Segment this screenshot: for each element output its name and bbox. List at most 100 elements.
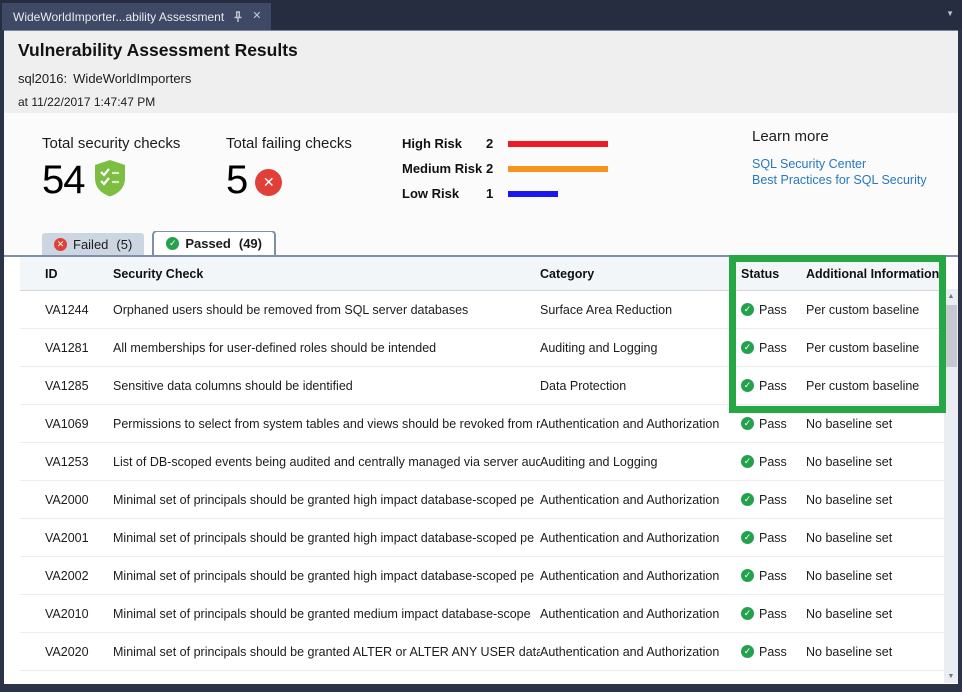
- table-row[interactable]: VA1253 List of DB-scoped events being au…: [20, 443, 944, 481]
- cell-category: Auditing and Logging: [540, 455, 741, 469]
- results-header: Vulnerability Assessment Results sql2016…: [4, 31, 958, 113]
- cell-info: Per custom baseline: [806, 379, 944, 393]
- results-table-section: ID Security Check Category Status Additi…: [4, 257, 958, 684]
- cell-status: ✓ Pass: [741, 455, 806, 469]
- risk-row-low: Low Risk 1: [402, 181, 608, 206]
- scroll-up-icon[interactable]: ▲: [944, 289, 958, 303]
- link-best-practices[interactable]: Best Practices for SQL Security: [752, 173, 927, 189]
- col-header-security-check[interactable]: Security Check: [113, 267, 540, 281]
- table-row[interactable]: VA1244 Orphaned users should be removed …: [20, 291, 944, 329]
- cell-category: Auditing and Logging: [540, 341, 741, 355]
- cell-id: VA1069: [45, 417, 113, 431]
- cell-status: ✓Pass: [741, 417, 806, 431]
- tab-failed[interactable]: ✕ Failed (5): [42, 233, 144, 255]
- cell-id: VA1244: [45, 303, 113, 317]
- pass-icon: ✓: [741, 607, 754, 620]
- cell-id: VA2020: [45, 645, 113, 659]
- cell-status: ✓Pass: [741, 531, 806, 545]
- cell-status: ✓Pass: [741, 645, 806, 659]
- risk-label: High Risk: [402, 136, 486, 151]
- scan-timestamp: at 11/22/2017 1:47:47 PM: [18, 95, 958, 109]
- cell-id: VA1253: [45, 455, 113, 469]
- results-table: ID Security Check Category Status Additi…: [20, 257, 944, 671]
- table-row[interactable]: VA1281 All memberships for user-defined …: [20, 329, 944, 367]
- pass-icon: ✓: [741, 341, 754, 354]
- scrollbar-thumb[interactable]: [945, 305, 957, 367]
- tab-passed[interactable]: ✓ Passed (49): [152, 230, 276, 255]
- cell-info: No baseline set: [806, 607, 944, 621]
- learn-more-title: Learn more: [752, 128, 927, 145]
- cell-category: Authentication and Authorization: [540, 417, 741, 431]
- risk-bar-low: [508, 191, 558, 197]
- pass-icon: ✓: [741, 493, 754, 506]
- vertical-scrollbar[interactable]: ▲ ▼: [944, 289, 958, 683]
- result-tabs: ✕ Failed (5) ✓ Passed (49): [4, 231, 958, 257]
- pass-icon: ✓: [741, 455, 754, 468]
- cell-check: Permissions to select from system tables…: [113, 417, 540, 431]
- cell-id: VA1285: [45, 379, 113, 393]
- total-checks-block: Total security checks 54: [42, 135, 180, 203]
- risk-bar-high: [508, 141, 608, 147]
- cell-status: ✓Pass: [741, 569, 806, 583]
- cell-status: ✓ Pass: [741, 303, 806, 317]
- risk-label: Medium Risk: [402, 161, 486, 176]
- cell-category: Surface Area Reduction: [540, 303, 741, 317]
- cell-check: Orphaned users should be removed from SQ…: [113, 303, 540, 317]
- cell-category: Data Protection: [540, 379, 741, 393]
- table-row[interactable]: VA2001 Minimal set of principals should …: [20, 519, 944, 557]
- pass-icon: ✓: [741, 379, 754, 392]
- failing-checks-label: Total failing checks: [226, 135, 352, 152]
- tab-passed-label: Passed: [185, 236, 231, 251]
- pass-icon: ✓: [741, 531, 754, 544]
- cell-info: No baseline set: [806, 417, 944, 431]
- table-row[interactable]: VA1069 Permissions to select from system…: [20, 405, 944, 443]
- status-text: Pass: [759, 341, 787, 355]
- table-row[interactable]: VA1285 Sensitive data columns should be …: [20, 367, 944, 405]
- col-header-category[interactable]: Category: [540, 267, 741, 281]
- cell-category: Authentication and Authorization: [540, 645, 741, 659]
- table-row[interactable]: VA2010 Minimal set of principals should …: [20, 595, 944, 633]
- table-row[interactable]: VA2002 Minimal set of principals should …: [20, 557, 944, 595]
- pin-icon[interactable]: [233, 11, 243, 23]
- cell-category: Authentication and Authorization: [540, 493, 741, 507]
- cell-check: All memberships for user-defined roles s…: [113, 341, 540, 355]
- summary-band: Total security checks 54 T: [4, 113, 958, 231]
- pass-icon: ✓: [741, 569, 754, 582]
- failing-checks-block: Total failing checks 5 ✕: [226, 135, 352, 203]
- scroll-down-icon[interactable]: ▼: [944, 669, 958, 683]
- cell-id: VA2001: [45, 531, 113, 545]
- cell-status: ✓ Pass: [741, 341, 806, 355]
- col-header-status[interactable]: Status: [741, 267, 806, 281]
- col-header-additional-information[interactable]: Additional Information: [806, 267, 944, 281]
- document-tab-label: WideWorldImporter...ability Assessment: [13, 10, 224, 24]
- tab-passed-count: (49): [239, 236, 262, 251]
- table-row[interactable]: VA2000 Minimal set of principals should …: [20, 481, 944, 519]
- cell-status: ✓Pass: [741, 607, 806, 621]
- total-checks-value: 54: [42, 158, 85, 203]
- cell-check: Minimal set of principals should be gran…: [113, 569, 540, 583]
- cell-check: Minimal set of principals should be gran…: [113, 531, 540, 545]
- risk-label: Low Risk: [402, 186, 486, 201]
- cell-info: No baseline set: [806, 455, 944, 469]
- shield-check-icon: [93, 159, 127, 202]
- col-header-id[interactable]: ID: [45, 267, 113, 281]
- cell-check: List of DB-scoped events being audited a…: [113, 455, 540, 469]
- cell-category: Authentication and Authorization: [540, 569, 741, 583]
- risk-count: 2: [486, 136, 508, 151]
- close-icon[interactable]: ✕: [252, 11, 261, 22]
- risk-count: 2: [486, 161, 508, 176]
- table-header-row: ID Security Check Category Status Additi…: [20, 257, 944, 291]
- cell-category: Authentication and Authorization: [540, 531, 741, 545]
- table-row[interactable]: VA2020 Minimal set of principals should …: [20, 633, 944, 671]
- tab-failed-count: (5): [116, 237, 132, 252]
- status-text: Pass: [759, 455, 787, 469]
- link-sql-security-center[interactable]: SQL Security Center: [752, 157, 927, 173]
- cell-category: Authentication and Authorization: [540, 607, 741, 621]
- failing-checks-value: 5: [226, 158, 247, 203]
- document-tab[interactable]: WideWorldImporter...ability Assessment ✕: [2, 3, 271, 30]
- status-text: Pass: [759, 303, 787, 317]
- error-circle-icon: ✕: [255, 169, 282, 196]
- cell-id: VA1281: [45, 341, 113, 355]
- pass-icon: ✓: [741, 303, 754, 316]
- tab-list-dropdown-icon[interactable]: ▼: [946, 9, 954, 18]
